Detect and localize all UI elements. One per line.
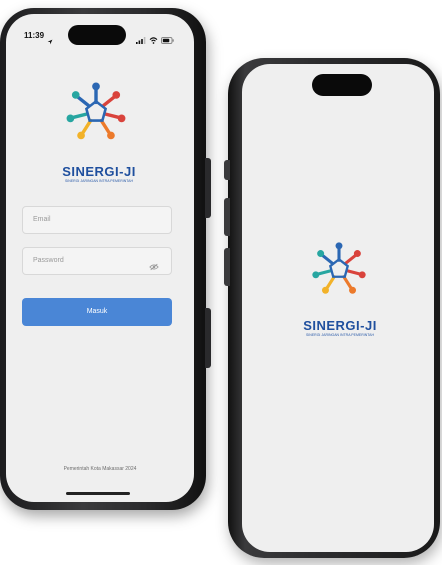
login-phone: 11:39 SINERGI-JI SINERGI JARINGAN INTRA …	[0, 8, 211, 510]
action-button	[224, 160, 230, 180]
dynamic-island	[68, 25, 126, 45]
brand-tagline: SINERGI JARINGAN INTRA PEMERINTAH	[65, 179, 133, 183]
splash-phone: SINERGI-JI SINERGI JARINGAN INTRA PEMERI…	[224, 58, 440, 558]
wifi-icon	[149, 31, 158, 49]
location-arrow-icon	[47, 32, 53, 50]
volume-down-button	[224, 248, 230, 286]
mockup-stage: SINERGI-JI SINERGI JARINGAN INTRA PEMERI…	[0, 0, 442, 565]
footer-text: Pemerintah Kota Makassar 2024	[63, 466, 137, 472]
sinergi-people-ring-icon	[64, 80, 128, 149]
status-bar: 11:39	[6, 14, 194, 46]
login-button[interactable]: Masuk	[22, 298, 172, 326]
brand-name: SINERGI-JI	[303, 318, 377, 333]
brand-name: SINERGI-JI	[62, 164, 136, 179]
sinergi-people-ring-icon	[310, 240, 368, 303]
dynamic-island	[312, 74, 372, 96]
email-field[interactable]: Email	[22, 206, 172, 234]
brand-tagline: SINERGI JARINGAN INTRA PEMERINTAH	[306, 333, 374, 337]
volume-up-button	[224, 198, 230, 236]
login-brand: SINERGI-JI SINERGI JARINGAN INTRA PEMERI…	[40, 164, 158, 183]
login-screen: 11:39 SINERGI-JI SINERGI JARINGAN INTRA …	[6, 14, 194, 502]
splash-brand: SINERGI-JI SINERGI JARINGAN INTRA PEMERI…	[282, 318, 398, 337]
eye-off-icon[interactable]	[149, 257, 159, 283]
password-field[interactable]: Password	[22, 247, 172, 275]
splash-screen: SINERGI-JI SINERGI JARINGAN INTRA PEMERI…	[242, 64, 434, 552]
signal-icon	[136, 31, 146, 49]
email-placeholder: Email	[33, 216, 51, 223]
battery-icon	[161, 31, 174, 49]
status-time: 11:39	[24, 31, 45, 40]
password-placeholder: Password	[33, 257, 64, 264]
power-button	[205, 158, 211, 218]
side-button-lower	[205, 308, 211, 368]
home-indicator[interactable]	[66, 492, 130, 495]
